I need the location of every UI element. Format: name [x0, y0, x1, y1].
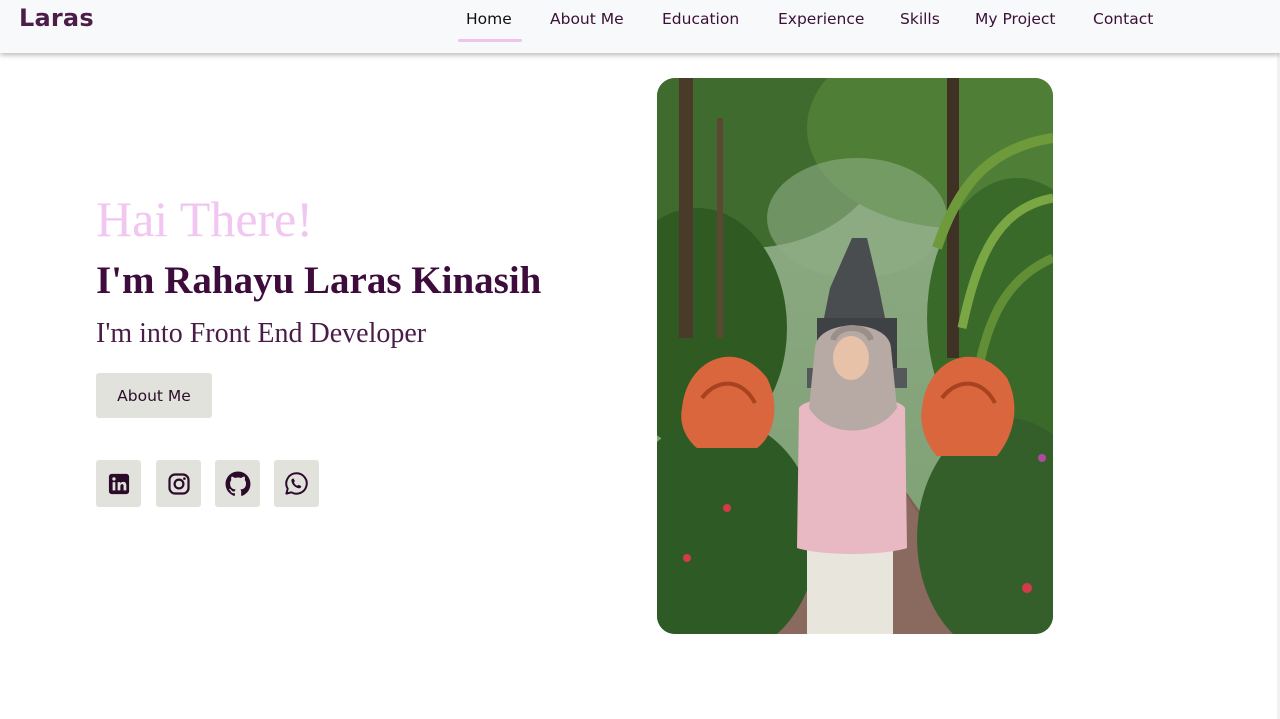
- github-button[interactable]: [215, 460, 260, 507]
- linkedin-icon: [108, 473, 129, 494]
- github-icon: [225, 471, 250, 496]
- profile-photo: [657, 78, 1053, 634]
- brand-logo[interactable]: Laras: [19, 4, 94, 32]
- hero-name: I'm Rahayu Laras Kinasih: [96, 259, 542, 302]
- about-me-button[interactable]: About Me: [96, 373, 212, 418]
- whatsapp-button[interactable]: [274, 460, 319, 507]
- nav-item-experience[interactable]: Experience: [778, 9, 864, 31]
- nav-item-my-project[interactable]: My Project: [975, 9, 1056, 31]
- nav-item-skills[interactable]: Skills: [900, 9, 940, 31]
- nav-item-education[interactable]: Education: [662, 9, 739, 31]
- nav-item-home[interactable]: Home: [466, 9, 512, 31]
- active-nav-indicator: [458, 39, 522, 42]
- whatsapp-icon: [285, 472, 308, 495]
- instagram-icon: [167, 472, 190, 495]
- hero-greeting: Hai There!: [96, 191, 314, 247]
- instagram-button[interactable]: [156, 460, 201, 507]
- linkedin-button[interactable]: [96, 460, 141, 507]
- navbar: Laras Home About Me Education Experience…: [0, 0, 1280, 53]
- nav-item-contact[interactable]: Contact: [1093, 9, 1153, 31]
- nav-item-about-me[interactable]: About Me: [550, 9, 624, 31]
- hero-role: I'm into Front End Developer: [96, 318, 427, 349]
